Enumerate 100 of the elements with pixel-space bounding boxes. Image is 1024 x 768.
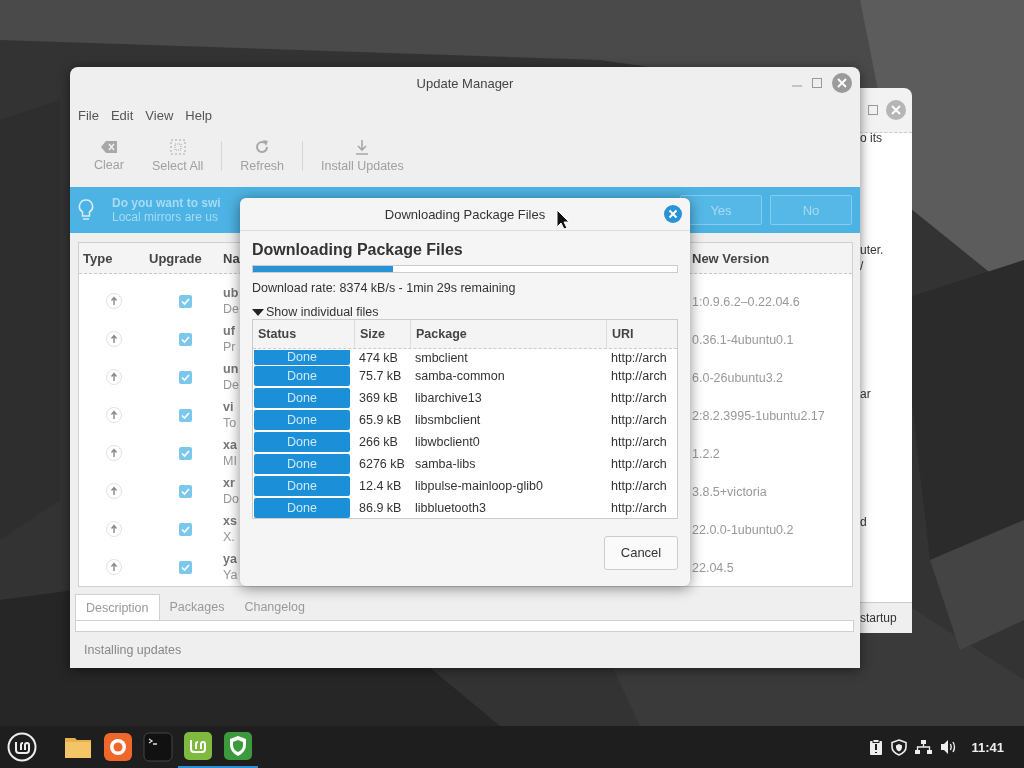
clock[interactable]: 11:41 (971, 739, 1004, 755)
size-text: 75.7 kB (358, 369, 403, 383)
status-label: Done (254, 388, 350, 408)
uri-text: http://arch (610, 479, 668, 493)
download-rate-text: Download rate: 8374 kB/s - 1min 29s remaining (252, 281, 517, 295)
lightbulb-icon (78, 199, 94, 221)
close-icon[interactable] (886, 100, 906, 120)
text-fragment: ar (860, 386, 872, 402)
size-text: 474 kB (358, 351, 399, 365)
network-icon[interactable] (915, 739, 933, 755)
dialog-heading: Downloading Package Files (252, 241, 464, 259)
cursor-icon (556, 209, 570, 230)
uri-text: http://arch (610, 413, 668, 427)
terminal-icon (143, 732, 173, 762)
info-title: Do you want to swi (112, 196, 221, 210)
text-fragment: d (860, 514, 868, 530)
package-name: xa (223, 437, 237, 453)
column-header[interactable]: Package (411, 320, 607, 348)
uri-text: http://arch (610, 501, 668, 515)
download-icon (355, 139, 370, 155)
package-name: uf (223, 323, 235, 339)
package-name: libbluetooth3 (414, 501, 487, 515)
maximize-icon[interactable] (868, 105, 878, 115)
version-text: 0.36.1-4ubuntu0.1 (692, 333, 794, 347)
uri-text: http://arch (610, 351, 668, 365)
menu-item[interactable]: File (72, 107, 105, 123)
column-header[interactable]: New Version (692, 250, 852, 266)
status-label: Done (254, 454, 350, 474)
uri-text: http://arch (610, 457, 668, 471)
version-text: 2:8.2.3995-1ubuntu2.17 (692, 409, 825, 423)
package-description: Do (223, 491, 239, 507)
checkbox[interactable] (178, 560, 192, 574)
expander[interactable]: Show individual files (252, 305, 678, 319)
package-description: Pr (223, 339, 236, 355)
package-name: libarchive13 (414, 391, 483, 405)
size-text: 266 kB (358, 435, 399, 449)
uri-text: http://arch (610, 369, 668, 383)
package-name: ya (223, 551, 237, 567)
checkbox[interactable] (178, 332, 192, 346)
menu-item[interactable]: Help (179, 107, 219, 123)
window-title: Update Manager (416, 76, 514, 91)
package-name: samba-libs (414, 457, 477, 471)
size-text: 369 kB (358, 391, 399, 405)
size-text: 6276 kB (358, 457, 406, 471)
package-description: MI (223, 453, 237, 469)
status-label: Done (254, 476, 350, 496)
package-description: De (223, 377, 239, 393)
cancel-button[interactable]: Cancel (604, 535, 678, 570)
column-header[interactable]: Upgrade (149, 250, 221, 266)
text-fragment: uter. (860, 242, 885, 258)
browser-icon (103, 732, 133, 762)
status-label: Done (254, 366, 350, 386)
version-text: 22.0.0-1ubuntu0.2 (692, 523, 794, 537)
menu-item[interactable]: Edit (104, 107, 140, 123)
uri-text: http://arch (610, 391, 668, 405)
clipboard-icon[interactable] (869, 739, 884, 755)
package-name: libsmbclient (414, 413, 482, 427)
column-header[interactable]: Type (79, 250, 149, 266)
column-header[interactable]: URI (607, 320, 677, 348)
close-icon[interactable] (832, 73, 852, 93)
package-name: libwbclient0 (414, 435, 481, 449)
size-text: 12.4 kB (358, 479, 403, 493)
checkbox[interactable] (178, 370, 192, 384)
package-description: Ya (223, 567, 238, 583)
package-name: xs (223, 513, 237, 529)
package-description: De (223, 301, 239, 317)
checkbox[interactable] (178, 446, 192, 460)
close-icon[interactable] (664, 205, 682, 223)
version-text: 1.2.2 (692, 447, 720, 461)
uri-text: http://arch (610, 435, 668, 449)
package-name: vi (223, 399, 234, 415)
version-text: 6.0-26ubuntu3.2 (692, 371, 784, 385)
dialog-title: Downloading Package Files (384, 206, 546, 222)
status-label: Done (254, 498, 350, 518)
package-name: ub (223, 285, 239, 301)
checkbox[interactable] (178, 484, 192, 498)
column-header[interactable]: Size (355, 320, 411, 348)
menu-item[interactable]: View (139, 107, 180, 123)
shield-icon (223, 731, 253, 761)
package-description: X. (223, 529, 235, 545)
status-text: Installing updates (84, 643, 182, 657)
size-text: 65.9 kB (358, 413, 403, 427)
checkbox[interactable] (178, 408, 192, 422)
volume-icon[interactable] (940, 739, 958, 755)
maximize-icon[interactable] (812, 78, 822, 88)
text-fragment: o its (860, 130, 883, 146)
version-text: 1:0.9.6.2–0.22.04.6 (692, 295, 800, 309)
menu-icon (7, 732, 37, 762)
package-name: smbclient (414, 351, 469, 365)
size-text: 86.9 kB (358, 501, 403, 515)
version-text: 22.04.5 (692, 561, 734, 575)
checkbox[interactable] (178, 294, 192, 308)
text-fragment: / (860, 258, 865, 274)
mint-logo-icon (183, 731, 213, 761)
column-header[interactable]: Status (253, 320, 355, 348)
clear-icon (99, 140, 118, 154)
shield-icon[interactable] (891, 738, 908, 756)
checkbox[interactable] (178, 522, 192, 536)
package-name: samba-common (414, 369, 506, 383)
package-name: xr (223, 475, 235, 491)
